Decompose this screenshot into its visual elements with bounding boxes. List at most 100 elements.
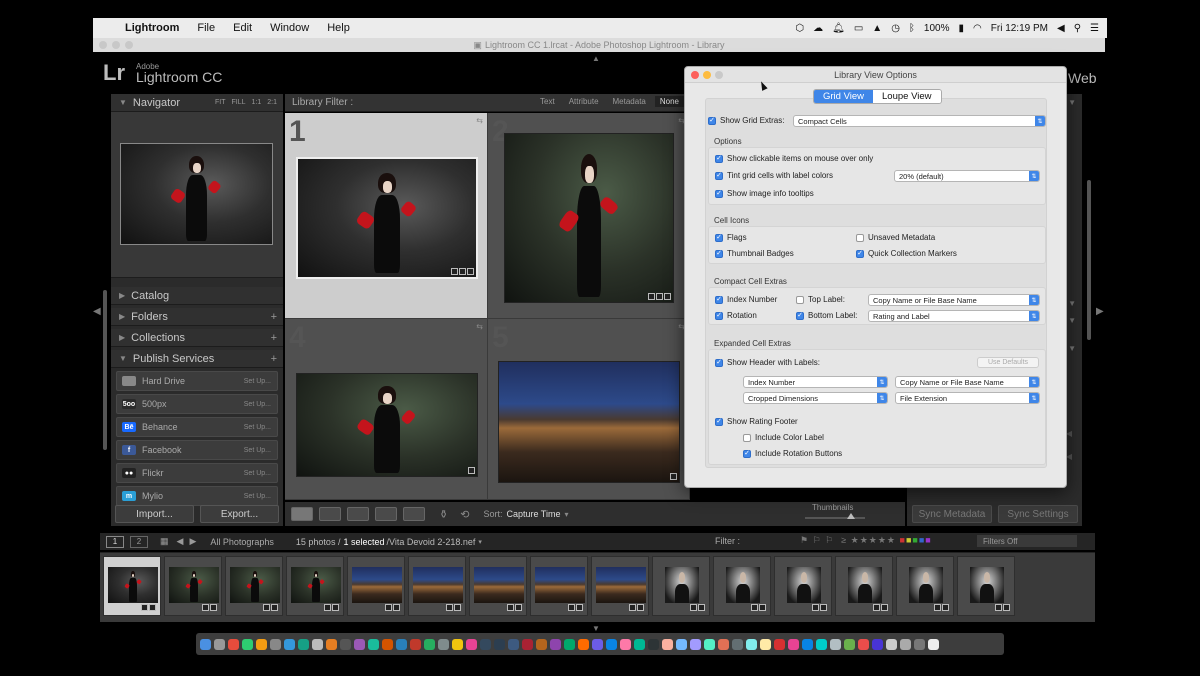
setup-link[interactable]: Set Up... xyxy=(244,470,271,477)
dock-app-icon[interactable] xyxy=(802,638,813,650)
display-icon[interactable]: ▭ xyxy=(854,23,863,34)
filmstrip-thumb[interactable] xyxy=(103,556,161,616)
import-button[interactable]: Import... xyxy=(115,505,194,523)
link-badge-icon[interactable]: ⇆ xyxy=(476,322,483,331)
flags-checkbox[interactable]: ✓ Flags xyxy=(715,233,747,242)
filter-none[interactable]: None xyxy=(654,96,684,107)
forward-arrow-icon[interactable]: ▶ xyxy=(189,536,196,547)
thumbnail-badges-icon[interactable] xyxy=(324,604,339,611)
dock-app-icon[interactable] xyxy=(200,638,211,650)
clickable-items-checkbox[interactable]: ✓ Show clickable items on mouse over only xyxy=(715,154,873,163)
thumbnail-badges-icon[interactable] xyxy=(812,604,827,611)
panel-toggle-icon[interactable]: ▼ xyxy=(1068,299,1076,308)
navigator-preview[interactable] xyxy=(111,112,283,278)
minimize-icon[interactable] xyxy=(703,71,711,79)
tab-loupe-view[interactable]: Loupe View xyxy=(873,90,941,103)
dock-app-icon[interactable] xyxy=(284,638,295,650)
tint-amount-select[interactable]: 20% (default) ⇅ xyxy=(894,170,1040,182)
checkbox-icon[interactable]: ✓ xyxy=(708,116,716,125)
spray-can-icon[interactable]: ⚱ xyxy=(439,508,448,521)
loupe-view-icon[interactable] xyxy=(319,507,341,521)
filmstrip-thumb[interactable] xyxy=(530,556,588,616)
battery-percent[interactable]: 100% xyxy=(924,23,950,34)
window-1-button[interactable]: 1 xyxy=(106,535,124,548)
chevron-down-icon[interactable]: ▾ xyxy=(564,510,568,519)
menu-file[interactable]: File xyxy=(197,22,215,34)
people-view-icon[interactable] xyxy=(403,507,425,521)
checkbox-icon[interactable]: ✓ xyxy=(715,233,723,242)
dock-app-icon[interactable] xyxy=(592,638,603,650)
thumbnail-badges-icon[interactable] xyxy=(451,268,474,275)
close-icon[interactable] xyxy=(691,71,699,79)
dock-app-icon[interactable] xyxy=(466,638,477,650)
dock-app-icon[interactable] xyxy=(676,638,687,650)
header-select-3[interactable]: Cropped Dimensions ⇅ xyxy=(743,392,888,404)
grid-photo[interactable] xyxy=(296,157,478,279)
grid-view-icon[interactable] xyxy=(291,507,313,521)
left-panel-toggle-icon[interactable]: ◀ xyxy=(93,306,101,317)
thumbnail-badges-icon[interactable] xyxy=(934,604,949,611)
dock-app-icon[interactable] xyxy=(872,638,883,650)
sync-settings-button[interactable]: Sync Settings xyxy=(998,505,1078,523)
grid-cell[interactable]: 5 ⇆ xyxy=(488,319,690,500)
checkbox-icon[interactable]: ✓ xyxy=(796,311,804,320)
dock-app-icon[interactable] xyxy=(522,638,533,650)
panel-collections[interactable]: ▶ Collections + xyxy=(111,329,283,347)
sync-metadata-button[interactable]: Sync Metadata xyxy=(912,505,992,523)
dock-app-icon[interactable] xyxy=(256,638,267,650)
rotation-checkbox[interactable]: ✓ Rotation xyxy=(715,311,757,320)
grid-cell[interactable]: 2 ⇆ xyxy=(488,113,690,319)
zoom-1-1[interactable]: 1:1 xyxy=(252,99,262,106)
bottom-label-select[interactable]: Rating and Label ⇅ xyxy=(868,310,1040,322)
grid-photo[interactable] xyxy=(296,373,478,477)
add-icon[interactable]: + xyxy=(271,311,277,323)
time-machine-icon[interactable]: ◷ xyxy=(891,23,900,34)
top-panel-toggle-icon[interactable]: ▲ xyxy=(592,54,600,63)
publish-service-facebook[interactable]: f Facebook Set Up... xyxy=(116,440,278,460)
include-rotation-buttons-checkbox[interactable]: ✓ Include Rotation Buttons xyxy=(743,449,842,458)
dock-app-icon[interactable] xyxy=(424,638,435,650)
publish-service-hard-drive[interactable]: Hard Drive Set Up... xyxy=(116,371,278,391)
thumbnail-badges-icon[interactable] xyxy=(648,293,671,300)
dock-app-icon[interactable] xyxy=(578,638,589,650)
bottom-label-checkbox[interactable]: ✓ Bottom Label: xyxy=(796,311,857,320)
filmstrip-thumb[interactable] xyxy=(713,556,771,616)
thumbnail-badges-icon[interactable] xyxy=(751,604,766,611)
checkbox-icon[interactable]: ✓ xyxy=(715,249,723,258)
compare-view-icon[interactable] xyxy=(347,507,369,521)
filmstrip-thumb[interactable] xyxy=(347,556,405,616)
dock-app-icon[interactable] xyxy=(480,638,491,650)
setup-link[interactable]: Set Up... xyxy=(244,424,271,431)
bottom-panel-toggle-icon[interactable]: ▼ xyxy=(592,624,600,633)
filmstrip-thumb[interactable] xyxy=(957,556,1015,616)
quick-collection-markers-checkbox[interactable]: ✓ Quick Collection Markers xyxy=(856,249,957,258)
panel-toggle-icon[interactable]: ▼ xyxy=(1068,344,1076,353)
checkbox-icon[interactable] xyxy=(796,295,804,304)
dock-app-icon[interactable] xyxy=(228,638,239,650)
dock-app-icon[interactable] xyxy=(732,638,743,650)
navigator-header[interactable]: ▼ Navigator FIT FILL 1:1 2:1 xyxy=(111,94,283,112)
checkbox-icon[interactable] xyxy=(743,433,751,442)
show-grid-extras-checkbox[interactable]: ✓ Show Grid Extras: xyxy=(708,116,784,125)
dock-app-icon[interactable] xyxy=(928,638,939,650)
index-number-checkbox[interactable]: ✓ Index Number xyxy=(715,295,777,304)
spotlight-icon[interactable]: ⚲ xyxy=(1074,23,1081,34)
header-select-1[interactable]: Index Number ⇅ xyxy=(743,376,888,388)
dock-app-icon[interactable] xyxy=(816,638,827,650)
zoom-icon[interactable] xyxy=(125,41,133,49)
filter-preset-select[interactable]: Filters Off xyxy=(977,535,1077,547)
checkbox-icon[interactable]: ✓ xyxy=(715,417,723,426)
grid-cell[interactable]: 4 ⇆ xyxy=(285,319,488,500)
menu-list-icon[interactable]: ☰ xyxy=(1090,23,1099,34)
publish-service-behance[interactable]: Bē Behance Set Up... xyxy=(116,417,278,437)
header-select-2[interactable]: Copy Name or File Base Name ⇅ xyxy=(895,376,1040,388)
creative-cloud-icon[interactable]: ☁ xyxy=(813,23,823,34)
clock[interactable]: Fri 12:19 PM xyxy=(991,23,1048,34)
dropbox-icon[interactable]: ⬡ xyxy=(795,23,804,34)
thumbnail-badges-icon[interactable] xyxy=(568,604,583,611)
panel-catalog[interactable]: ▶ Catalog xyxy=(111,287,283,305)
add-icon[interactable]: + xyxy=(271,332,277,344)
zoom-fit[interactable]: FIT xyxy=(215,99,226,106)
survey-view-icon[interactable] xyxy=(375,507,397,521)
panel-toggle-icon[interactable]: ▼ xyxy=(1068,316,1076,325)
